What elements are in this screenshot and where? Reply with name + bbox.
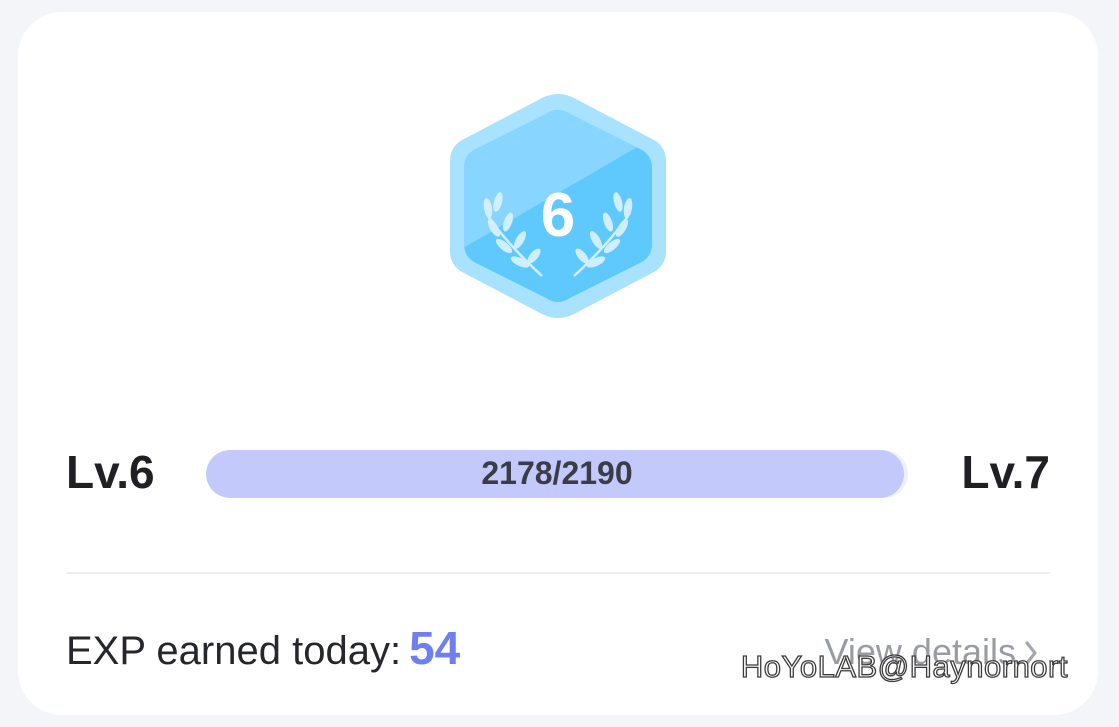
exp-today-text: EXP earned today: 54	[66, 624, 460, 675]
level-progress-row: Lv.6 2178/2190 Lv.7	[66, 444, 1050, 500]
exp-progress-bar: 2178/2190	[206, 450, 908, 498]
exp-today-label: EXP earned today:	[66, 629, 402, 673]
level-card: 6 Lv.6 2178/2190 Lv.7 EXP earned today: 5…	[18, 12, 1098, 715]
badge-level-number: 6	[541, 181, 575, 250]
exp-today-value: 54	[409, 622, 461, 674]
divider	[66, 572, 1050, 574]
next-level-label: Lv.7	[961, 446, 1050, 498]
watermark: HoYoLAB@Haynornort	[740, 648, 1068, 684]
exp-progress-text: 2178/2190	[481, 455, 633, 491]
hexagon-badge-icon: 6	[450, 94, 666, 318]
level-badge: 6	[446, 88, 670, 324]
current-level-label: Lv.6	[66, 446, 155, 498]
